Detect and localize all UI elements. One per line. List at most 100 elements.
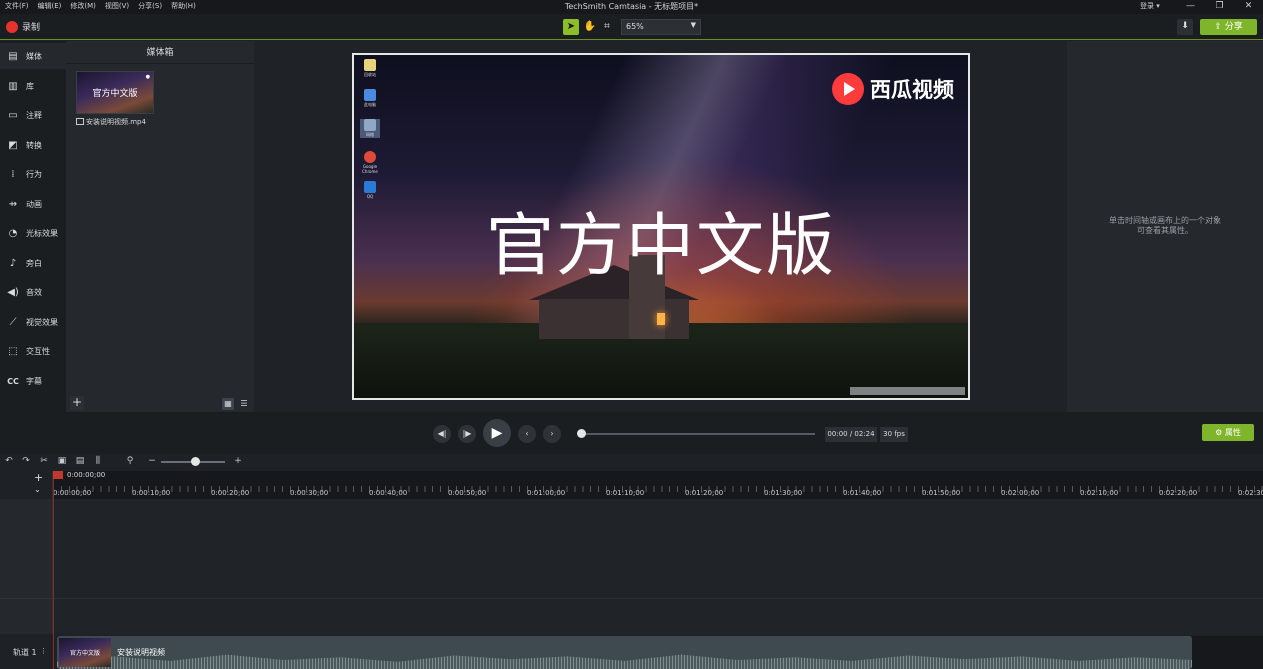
desktop-icon-network: 网络 bbox=[360, 119, 380, 138]
track-options-icon[interactable]: ⋮ bbox=[40, 647, 47, 655]
media-bin-title: 媒体箱 bbox=[146, 48, 174, 58]
properties-hint: 单击时间轴或画布上的一个对象 可查看其属性。 bbox=[1079, 216, 1251, 236]
chevron-down-icon[interactable]: ⌄ bbox=[34, 485, 41, 494]
minimize-icon[interactable]: — bbox=[1176, 0, 1205, 13]
magic-wand-icon: ⟋ bbox=[9, 316, 17, 328]
desktop-icon-this-pc: 此电脑 bbox=[360, 89, 380, 108]
desktop-icon-label: 此电脑 bbox=[364, 102, 376, 107]
properties-button-label: 属性 bbox=[1224, 428, 1241, 437]
properties-hint-line2: 可查看其属性。 bbox=[1137, 226, 1193, 235]
window-controls: — ❐ ✕ bbox=[1176, 0, 1263, 13]
sidebar-item-cursor-effects[interactable]: ◔ 光标效果 bbox=[0, 220, 66, 246]
undo-icon[interactable]: ↶ bbox=[3, 456, 15, 466]
sidebar-item-label: 行为 bbox=[26, 169, 42, 179]
divider bbox=[66, 63, 254, 64]
playhead-time: 0:00:00;00 bbox=[67, 471, 106, 479]
zoom-out-icon[interactable]: − bbox=[146, 456, 158, 466]
video-file-icon bbox=[76, 118, 84, 125]
preview-canvas[interactable]: 回收站 此电脑 网络 Google Chrome QQ 官方中文版 西瓜视频 bbox=[352, 53, 970, 400]
fps-display: 30 fps bbox=[880, 427, 908, 442]
step-back-icon[interactable]: ◀| bbox=[433, 425, 451, 443]
properties-button[interactable]: ⚙ 属性 bbox=[1202, 424, 1254, 441]
login-button[interactable]: 登录 ▾ bbox=[1140, 1, 1160, 11]
crop-tool-icon[interactable]: ⌗ bbox=[599, 19, 615, 35]
scrub-bar[interactable] bbox=[580, 433, 815, 435]
download-icon[interactable]: ⬇ bbox=[1177, 19, 1193, 35]
media-clip-name[interactable]: 安装说明视频.mp4 bbox=[76, 117, 146, 127]
zoom-dropdown[interactable]: 65% ▼ bbox=[621, 19, 701, 35]
timeline-clip[interactable]: 官方中文版 安装说明视频 bbox=[57, 636, 1192, 669]
sidebar-item-captions[interactable]: CC 字幕 bbox=[0, 368, 66, 394]
speaker-icon: ◀) bbox=[7, 286, 19, 298]
redo-icon[interactable]: ↷ bbox=[20, 456, 32, 466]
playhead-handle[interactable] bbox=[53, 471, 63, 479]
sidebar-item-label: 动画 bbox=[26, 199, 42, 209]
sidebar-item-animations[interactable]: ⇸ 动画 bbox=[0, 191, 66, 217]
add-media-button[interactable]: + bbox=[70, 396, 84, 410]
sidebar-item-interactivity[interactable]: ⬚ 交互性 bbox=[0, 338, 66, 364]
watermark-text: 西瓜视频 bbox=[870, 78, 954, 102]
microphone-icon: ♪ bbox=[9, 257, 17, 269]
ruler-mark: 0:00:10;00 bbox=[132, 489, 171, 497]
paste-icon[interactable]: ▤ bbox=[74, 456, 86, 466]
next-icon[interactable]: › bbox=[543, 425, 561, 443]
sidebar-item-behaviors[interactable]: ⁞ 行为 bbox=[0, 161, 66, 187]
sidebar-item-transitions[interactable]: ◩ 转换 bbox=[0, 132, 66, 158]
share-button[interactable]: ⇪ 分享 bbox=[1200, 19, 1257, 35]
sidebar-item-audio-effects[interactable]: ◀) 音效 bbox=[0, 279, 66, 305]
search-icon[interactable]: ⚲ bbox=[124, 456, 136, 466]
select-tool-icon[interactable]: ➤ bbox=[563, 19, 579, 35]
split-icon[interactable]: ⫼ bbox=[92, 456, 104, 466]
scrub-handle[interactable] bbox=[577, 429, 586, 438]
interactive-icon: ⬚ bbox=[8, 345, 18, 357]
sidebar-item-media[interactable]: ▤ 媒体 bbox=[0, 43, 66, 69]
ruler-controls: + ⌄ bbox=[0, 471, 53, 499]
cc-icon: CC bbox=[7, 376, 19, 386]
sidebar-item-label: 光标效果 bbox=[26, 228, 58, 238]
ruler-mark: 0:02:10;00 bbox=[1080, 489, 1119, 497]
timeline-empty-area bbox=[1192, 636, 1263, 669]
record-icon[interactable] bbox=[6, 21, 18, 33]
previous-icon[interactable]: ‹ bbox=[518, 425, 536, 443]
ruler-mark: 0:00:20;00 bbox=[211, 489, 250, 497]
thumbnail-text: 官方中文版 bbox=[92, 89, 138, 99]
zoom-in-icon[interactable]: + bbox=[232, 456, 244, 466]
desktop-icon-chrome: Google Chrome bbox=[360, 151, 380, 174]
watermark-icon: ● bbox=[145, 74, 150, 80]
sidebar-item-annotations[interactable]: ▭ 注释 bbox=[0, 102, 66, 128]
sidebar-item-label: 旁白 bbox=[26, 258, 42, 268]
sidebar-item-visual-effects[interactable]: ⟋ 视觉效果 bbox=[0, 309, 66, 335]
play-logo-icon bbox=[832, 73, 864, 105]
sidebar-item-library[interactable]: ▥ 库 bbox=[0, 73, 66, 99]
playhead-line bbox=[53, 479, 54, 669]
xigua-watermark: 西瓜视频 bbox=[832, 73, 954, 105]
cut-icon[interactable]: ✂ bbox=[38, 456, 50, 466]
play-icon[interactable]: ▶ bbox=[483, 419, 511, 447]
sidebar-item-label: 交互性 bbox=[26, 346, 50, 356]
record-button[interactable]: 录制 bbox=[22, 20, 40, 33]
ruler-mark: 0:00:30;00 bbox=[290, 489, 329, 497]
properties-hint-line1: 单击时间轴或画布上的一个对象 bbox=[1109, 216, 1221, 225]
annotation-icon: ▭ bbox=[8, 109, 18, 121]
step-forward-icon[interactable]: |▶ bbox=[458, 425, 476, 443]
ruler-mark: 0:01:00;00 bbox=[527, 489, 566, 497]
track-1-label[interactable]: 轨道 1 bbox=[13, 647, 37, 658]
sidebar-item-label: 库 bbox=[26, 81, 34, 91]
pan-tool-icon[interactable]: ✋ bbox=[582, 19, 598, 35]
sidebar-item-voice-narration[interactable]: ♪ 旁白 bbox=[0, 250, 66, 276]
sidebar-item-label: 媒体 bbox=[26, 51, 42, 61]
tool-sidebar: ▤ 媒体 ▥ 库 ▭ 注释 ◩ 转换 ⁞ 行为 ⇸ 动画 ◔ 光标效果 ♪ 旁白 ◀) 音效 ⟋ 视… bbox=[0, 41, 66, 412]
properties-panel: 单击时间轴或画布上的一个对象 可查看其属性。 bbox=[1067, 41, 1263, 412]
copy-icon[interactable]: ▣ bbox=[56, 456, 68, 466]
animation-icon: ⇸ bbox=[8, 198, 18, 210]
timeline-ruler[interactable]: 0:00:00;00 0:00:10;00 0:00:20;00 0:00:30… bbox=[53, 471, 1263, 499]
restore-icon[interactable]: ❐ bbox=[1205, 0, 1234, 13]
add-track-icon[interactable]: + bbox=[34, 471, 43, 484]
close-icon[interactable]: ✕ bbox=[1234, 0, 1263, 13]
grid-view-icon[interactable]: ▦ bbox=[222, 398, 234, 410]
ruler-mark: 0:02:20;00 bbox=[1159, 489, 1198, 497]
ruler-mark: 0:02:30 bbox=[1238, 489, 1263, 497]
media-clip-thumbnail[interactable]: ● 官方中文版 bbox=[76, 71, 154, 114]
list-view-icon[interactable]: ☰ bbox=[238, 398, 250, 410]
timeline-zoom-handle[interactable] bbox=[191, 457, 200, 466]
